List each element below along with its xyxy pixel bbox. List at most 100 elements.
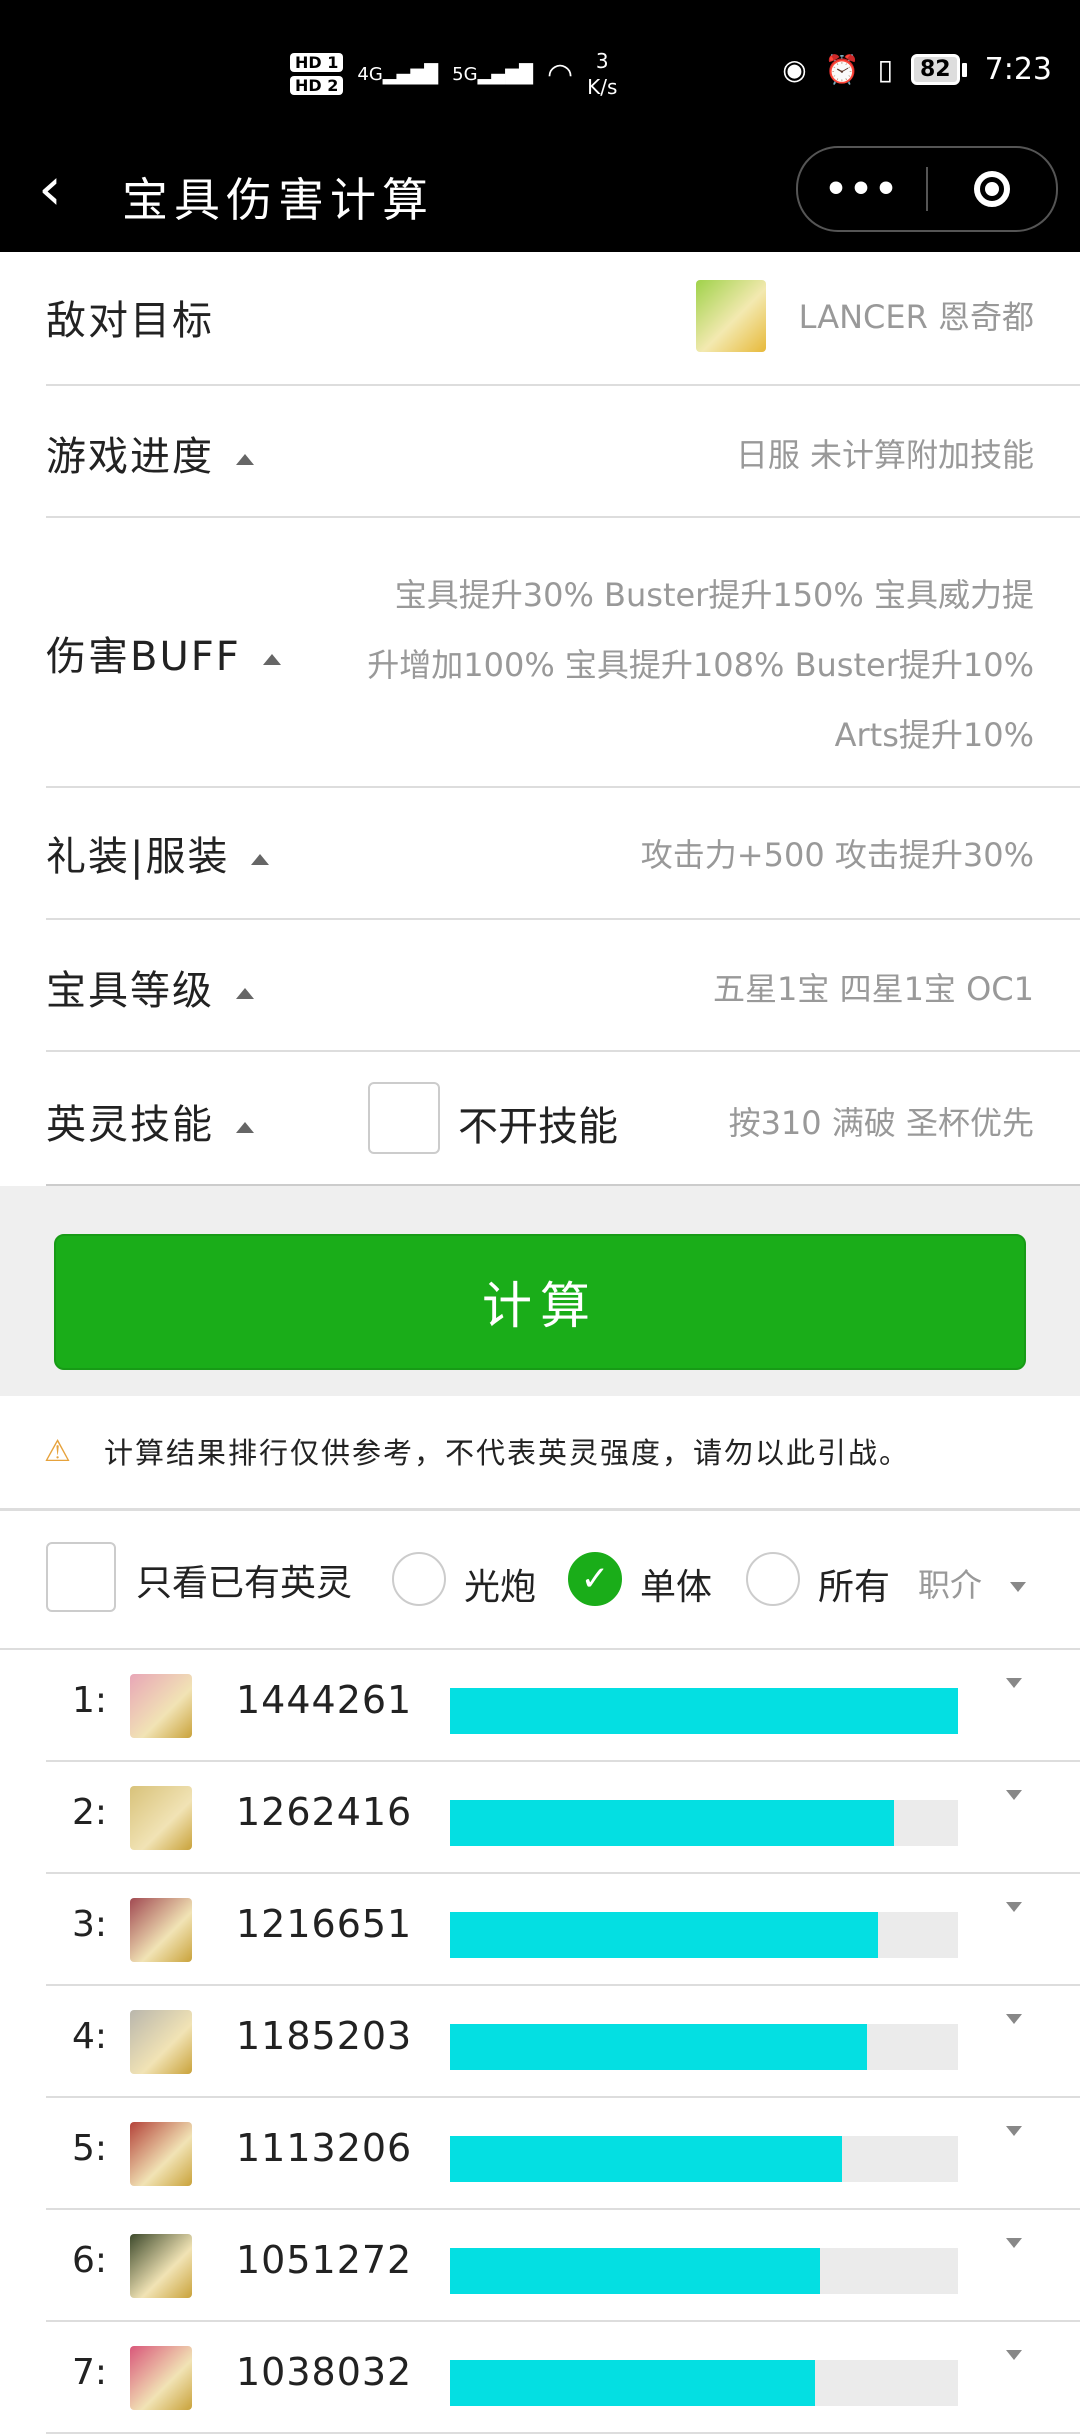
progress-label-text: 游戏进度 <box>46 434 214 480</box>
expand-chevron-icon[interactable] <box>1006 1896 1022 1915</box>
nav-bar: ‹ 宝具伤害计算 ••• <box>0 140 1080 252</box>
page-title: 宝具伤害计算 <box>122 173 434 227</box>
caret-up-icon <box>236 453 254 465</box>
wifi-icon: ◠ <box>546 56 574 92</box>
owned-only-label: 只看已有英灵 <box>136 1563 353 1604</box>
result-list: 1: 1444261 2: 1262416 3: 1216651 4: 1185203 5: 11… <box>0 1650 1080 2434</box>
servant-avatar <box>130 1674 192 1738</box>
net1-label: 4G <box>357 63 383 85</box>
check-icon: ✓ <box>580 1559 610 1599</box>
skills-label: 英灵技能 <box>46 1092 254 1150</box>
net-speed: 3 K/s <box>587 48 617 100</box>
notice-text: 计算结果排行仅供参考，不代表英灵强度，请勿以此引战。 <box>104 1436 911 1470</box>
rank-label: 5: <box>72 2128 108 2169</box>
result-row[interactable]: 1: 1444261 <box>46 1650 1080 1762</box>
mini-program-capsule: ••• <box>796 146 1058 232</box>
calculate-button[interactable]: 计算 <box>54 1234 1026 1370</box>
radio-aoe-label: 光炮 <box>464 1567 537 1608</box>
damage-bar-track <box>450 1800 958 1846</box>
enemy-value: LANCER 恩奇都 <box>798 298 1034 336</box>
rank-label: 7: <box>72 2352 108 2393</box>
damage-bar-fill <box>450 2360 816 2406</box>
enemy-label: 敌对目标 <box>46 298 214 344</box>
caret-up-icon <box>236 1121 254 1133</box>
buff-row[interactable]: 伤害BUFF 宝具提升30% Buster提升150% 宝具威力提 升增加100… <box>46 518 1080 788</box>
servant-avatar <box>130 2234 192 2298</box>
sim1-badge: HD 1 <box>290 53 344 72</box>
progress-value: 日服 未计算附加技能 <box>735 436 1034 474</box>
sort-dropdown[interactable]: 职介 <box>918 1560 1027 1606</box>
expand-chevron-icon[interactable] <box>1006 2120 1022 2139</box>
button-area: 计算 <box>0 1186 1080 1396</box>
back-button[interactable]: ‹ <box>38 154 62 224</box>
progress-row[interactable]: 游戏进度 日服 未计算附加技能 <box>46 386 1080 518</box>
result-row[interactable]: 2: 1262416 <box>46 1762 1080 1874</box>
alarm-icon: ⏰ <box>824 53 860 86</box>
expand-chevron-icon[interactable] <box>1006 1672 1022 1691</box>
damage-value: 1262416 <box>236 1790 413 1834</box>
result-row[interactable]: 7: 1038032 <box>46 2322 1080 2434</box>
caret-up-icon <box>262 653 281 665</box>
damage-bar-track <box>450 2024 958 2070</box>
damage-bar-fill <box>450 2136 842 2182</box>
radio-aoe[interactable] <box>392 1552 446 1606</box>
sim2-badge: HD 2 <box>290 76 344 95</box>
top-bar: HD 1 HD 2 4G▂▄▆█ 5G▂▄▆█ ◠ 3 K/s ◉ ⏰ ▯ 82… <box>0 0 1080 252</box>
result-row[interactable]: 6: 1051272 <box>46 2210 1080 2322</box>
radio-all[interactable] <box>746 1552 800 1606</box>
damage-bar-track <box>450 2248 958 2294</box>
progress-label: 游戏进度 <box>46 424 254 482</box>
np-level-label-text: 宝具等级 <box>46 968 214 1014</box>
status-right: ◉ ⏰ ▯ 82 7:23 <box>782 52 1052 87</box>
expand-chevron-icon[interactable] <box>1006 1784 1022 1803</box>
rank-label: 2: <box>72 1792 108 1833</box>
np-level-row[interactable]: 宝具等级 五星1宝 四星1宝 OC1 <box>46 920 1080 1052</box>
filter-bar: 只看已有英灵 光炮 ✓ 单体 所有 职介 <box>0 1510 1080 1650</box>
servant-avatar <box>130 2010 192 2074</box>
ce-row[interactable]: 礼装|服装 攻击力+500 攻击提升30% <box>46 788 1080 920</box>
np-level-label: 宝具等级 <box>46 958 254 1016</box>
battery-level: 82 <box>911 54 960 85</box>
clock: 7:23 <box>984 52 1052 87</box>
vibrate-icon: ▯ <box>877 53 893 86</box>
rank-label: 4: <box>72 2016 108 2057</box>
signal-5g-icon: 5G▂▄▆█ <box>452 63 533 85</box>
radio-single[interactable]: ✓ <box>568 1552 622 1606</box>
net-speed-value: 3 <box>595 49 609 73</box>
damage-bar-fill <box>450 1800 894 1846</box>
signal-4g-icon: 4G▂▄▆█ <box>357 63 439 85</box>
more-button[interactable]: ••• <box>798 169 926 210</box>
net-speed-unit: K/s <box>587 75 618 99</box>
close-miniprogram-button[interactable] <box>928 171 1056 207</box>
result-row[interactable]: 3: 1216651 <box>46 1874 1080 1986</box>
rank-label: 6: <box>72 2240 108 2281</box>
damage-value: 1444261 <box>236 1678 413 1722</box>
rank-label: 1: <box>72 1680 108 1721</box>
buff-value: 宝具提升30% Buster提升150% 宝具威力提 升增加100% 宝具提升1… <box>367 560 1034 770</box>
buff-line: 宝具提升30% Buster提升150% 宝具威力提 <box>394 576 1034 614</box>
battery-icon: 82 <box>911 54 967 85</box>
no-skills-label: 不开技能 <box>458 1104 618 1150</box>
damage-value: 1113206 <box>236 2126 413 2170</box>
ce-label: 礼装|服装 <box>46 824 270 882</box>
damage-value: 1216651 <box>236 1902 413 1946</box>
rank-label: 3: <box>72 1904 108 1945</box>
result-row[interactable]: 5: 1113206 <box>46 2098 1080 2210</box>
warning-icon: ⚠ <box>44 1434 71 1469</box>
no-skills-checkbox[interactable] <box>368 1082 440 1154</box>
expand-chevron-icon[interactable] <box>1006 2232 1022 2251</box>
damage-bar-fill <box>450 2024 868 2070</box>
expand-chevron-icon[interactable] <box>1006 2344 1022 2363</box>
damage-value: 1051272 <box>236 2238 413 2282</box>
ce-value: 攻击力+500 攻击提升30% <box>640 836 1034 874</box>
servant-avatar <box>130 2122 192 2186</box>
skills-row[interactable]: 英灵技能 不开技能 按310 满破 圣杯优先 <box>46 1052 1080 1187</box>
net2-label: 5G <box>452 63 478 85</box>
result-row[interactable]: 4: 1185203 <box>46 1986 1080 2098</box>
damage-bar-track <box>450 1688 958 1734</box>
enemy-avatar <box>696 280 766 352</box>
radio-single-label: 单体 <box>640 1567 713 1608</box>
enemy-row[interactable]: 敌对目标 LANCER 恩奇都 <box>46 252 1080 386</box>
expand-chevron-icon[interactable] <box>1006 2008 1022 2027</box>
owned-only-checkbox[interactable] <box>46 1542 116 1612</box>
